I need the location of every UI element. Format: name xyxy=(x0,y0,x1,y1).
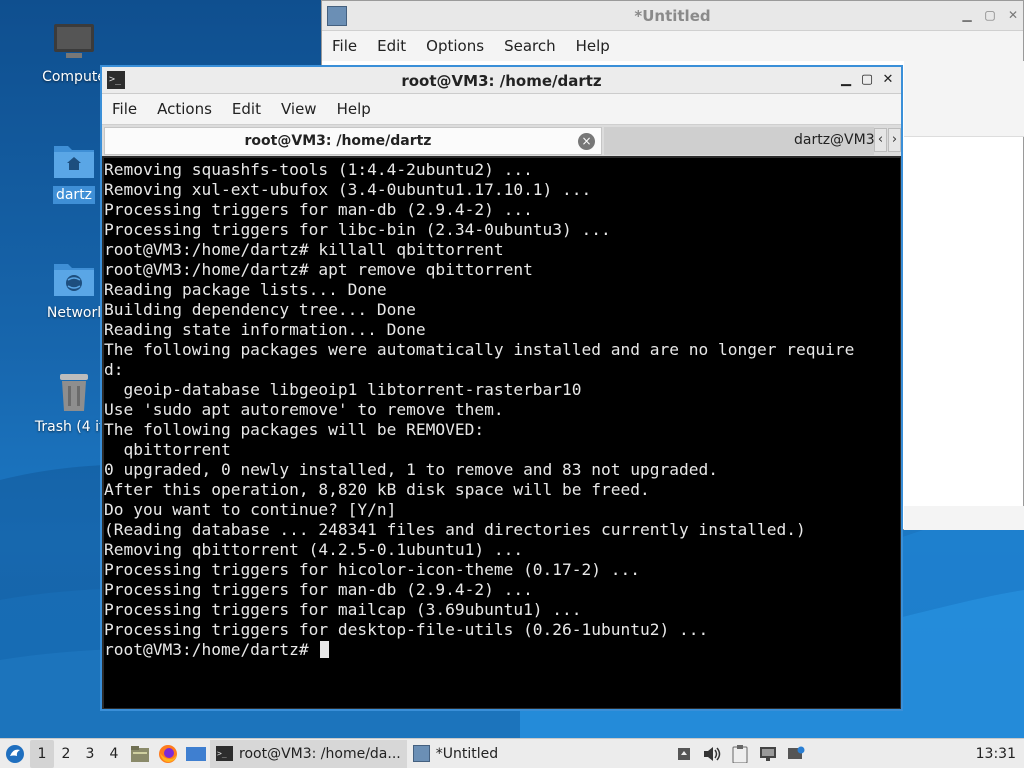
tray-volume[interactable] xyxy=(698,740,726,768)
trash-icon xyxy=(52,372,96,412)
terminal-line: 0 upgraded, 0 newly installed, 1 to remo… xyxy=(104,460,718,479)
taskbar-item-label: root@VM3: /home/da... xyxy=(239,745,401,762)
firefox-icon xyxy=(159,744,177,763)
terminal-line: Reading package lists... Done xyxy=(104,280,387,299)
taskbar-item-label: *Untitled xyxy=(435,745,499,762)
editor-titlebar[interactable]: *Untitled ▁ ▢ ✕ xyxy=(322,1,1023,31)
terminal-line: Processing triggers for mailcap (3.69ubu… xyxy=(104,600,582,619)
terminal-line: The following packages were automaticall… xyxy=(104,340,855,359)
close-icon[interactable]: ✕ xyxy=(880,72,896,88)
terminal-line: Do you want to continue? [Y/n] xyxy=(104,500,397,519)
terminal-line: Processing triggers for desktop-file-uti… xyxy=(104,620,709,639)
minimize-icon[interactable]: ▁ xyxy=(959,7,975,23)
editor-menubar: File Edit Options Search Help xyxy=(322,31,1023,61)
editor-menu-search[interactable]: Search xyxy=(504,37,556,55)
tab-root[interactable]: root@VM3: /home/dartz × xyxy=(104,127,602,155)
terminal-prompt-line: root@VM3:/home/dartz# xyxy=(104,640,900,660)
volume-icon xyxy=(703,746,721,761)
terminal-tab-bar: root@VM3: /home/dartz × dartz@VM3: /home… xyxy=(102,124,901,156)
desktop-icon-label: Networl xyxy=(46,305,102,321)
terminal-menubar: File Actions Edit View Help xyxy=(102,94,901,124)
update-icon xyxy=(787,746,805,759)
network-folder-icon xyxy=(52,258,96,298)
taskbar-item-editor[interactable]: *Untitled xyxy=(407,740,504,768)
network-icon xyxy=(759,746,776,761)
terminal-menu-view[interactable]: View xyxy=(281,100,317,118)
workspace-2[interactable]: 2 xyxy=(54,740,78,768)
terminal-line: Processing triggers for libc-bin (2.34-0… xyxy=(104,220,611,239)
terminal-line: Processing triggers for man-db (2.9.4-2)… xyxy=(104,580,533,599)
editor-menu-help[interactable]: Help xyxy=(576,37,610,55)
editor-menu-edit[interactable]: Edit xyxy=(377,37,406,55)
tray-notification[interactable] xyxy=(670,740,698,768)
terminal-line: After this operation, 8,820 kB disk spac… xyxy=(104,480,650,499)
terminal-title: root@VM3: /home/dartz xyxy=(401,72,602,90)
terminal-line: Building dependency tree... Done xyxy=(104,300,416,319)
start-menu-icon xyxy=(6,744,24,763)
tab-label: dartz@VM3: /home/dartz xyxy=(794,132,874,148)
terminal-line: (Reading database ... 248341 files and d… xyxy=(104,520,806,539)
start-menu-button[interactable] xyxy=(0,740,30,768)
file-manager-icon xyxy=(131,745,149,762)
clock[interactable]: 13:31 xyxy=(976,740,1024,768)
computer-icon xyxy=(52,22,96,62)
tray-updates[interactable] xyxy=(782,740,810,768)
desktop-icon xyxy=(186,746,206,761)
home-folder-icon xyxy=(52,140,96,180)
editor-title: *Untitled xyxy=(634,7,711,25)
terminal-line: Processing triggers for hicolor-icon-the… xyxy=(104,560,641,579)
editor-menu-file[interactable]: File xyxy=(332,37,357,55)
maximize-icon[interactable]: ▢ xyxy=(982,7,998,23)
terminal-menu-help[interactable]: Help xyxy=(337,100,371,118)
close-tab-icon[interactable]: × xyxy=(578,133,595,150)
terminal-line: The following packages will be REMOVED: xyxy=(104,420,485,439)
tray-clipboard[interactable] xyxy=(726,740,754,768)
terminal-line: d: xyxy=(104,360,124,379)
terminal-output-area[interactable]: Removing squashfs-tools (1:4.4-2ubuntu2)… xyxy=(104,158,900,708)
terminal-line: geoip-database libgeoip1 libtorrent-rast… xyxy=(104,380,582,399)
taskbar: 1 2 3 4 >_ root@VM3: /home/da... *Untitl… xyxy=(0,738,1024,768)
terminal-line: Removing qbittorrent (4.2.5-0.1ubuntu1) … xyxy=(104,540,524,559)
terminal-prompt: root@VM3:/home/dartz# xyxy=(104,640,319,659)
workspace-3[interactable]: 3 xyxy=(78,740,102,768)
terminal-menu-file[interactable]: File xyxy=(112,100,137,118)
terminal-line: Processing triggers for man-db (2.9.4-2)… xyxy=(104,200,533,219)
terminal-line: root@VM3:/home/dartz# killall qbittorren… xyxy=(104,240,504,259)
close-icon[interactable]: ✕ xyxy=(1005,7,1021,23)
workspace-1[interactable]: 1 xyxy=(30,739,54,768)
desktop-icon-label: Compute xyxy=(42,69,106,85)
terminal-line: Removing xul-ext-ubufox (3.4-0ubuntu1.17… xyxy=(104,180,592,199)
terminal-titlebar[interactable]: >_ root@VM3: /home/dartz ▁ ▢ ✕ xyxy=(102,67,901,94)
minimize-icon[interactable]: ▁ xyxy=(838,72,854,88)
editor-statusbar xyxy=(904,506,1024,530)
desktop-icon-label: dartz xyxy=(52,186,96,204)
terminal-icon: >_ xyxy=(216,746,233,761)
workspace-4[interactable]: 4 xyxy=(102,740,126,768)
show-desktop-launcher[interactable] xyxy=(182,740,210,768)
terminal-output: Removing squashfs-tools (1:4.4-2ubuntu2)… xyxy=(104,158,900,660)
text-editor-icon xyxy=(412,745,430,762)
notification-icon xyxy=(677,747,690,760)
terminal-line: qbittorrent xyxy=(104,440,231,459)
terminal-line: Reading state information... Done xyxy=(104,320,426,339)
terminal-line: Use 'sudo apt autoremove' to remove them… xyxy=(104,400,504,419)
tab-scroll-left-icon[interactable]: ‹ xyxy=(874,128,887,152)
tab-dartz[interactable]: dartz@VM3: /home/dartz xyxy=(604,127,874,155)
tab-scroll-right-icon[interactable]: › xyxy=(888,128,901,152)
firefox-launcher[interactable] xyxy=(154,740,182,768)
tab-label: root@VM3: /home/dartz xyxy=(244,133,432,149)
terminal-window[interactable]: >_ root@VM3: /home/dartz ▁ ▢ ✕ File Acti… xyxy=(100,65,903,711)
terminal-line: Removing squashfs-tools (1:4.4-2ubuntu2)… xyxy=(104,160,533,179)
editor-menu-options[interactable]: Options xyxy=(426,37,484,55)
file-manager-launcher[interactable] xyxy=(126,740,154,768)
maximize-icon[interactable]: ▢ xyxy=(859,72,875,88)
taskbar-item-terminal[interactable]: >_ root@VM3: /home/da... xyxy=(210,739,407,768)
clipboard-icon xyxy=(732,744,748,763)
terminal-line: root@VM3:/home/dartz# apt remove qbittor… xyxy=(104,260,533,279)
terminal-menu-actions[interactable]: Actions xyxy=(157,100,212,118)
editor-side-panel xyxy=(904,61,1024,137)
terminal-menu-edit[interactable]: Edit xyxy=(232,100,261,118)
tray-network[interactable] xyxy=(754,740,782,768)
terminal-cursor xyxy=(320,641,330,658)
